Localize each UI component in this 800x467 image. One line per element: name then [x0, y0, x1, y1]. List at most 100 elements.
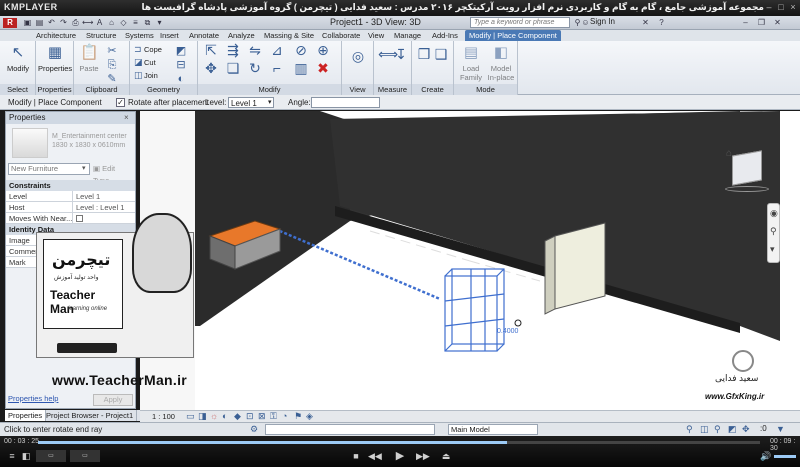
player-prev-icon[interactable]: ◀◀ — [368, 450, 382, 462]
tab-project-browser[interactable]: Project Browser - Project1 — [43, 410, 138, 421]
save-icon[interactable]: ▤ — [34, 18, 45, 28]
search-input[interactable]: Type a keyword or phrase — [470, 17, 570, 28]
filter-dropdown-icon[interactable]: ▾ — [82, 164, 86, 172]
apply-button[interactable]: Apply — [93, 394, 133, 406]
prop-row-moves-with[interactable]: Moves With Near... — [6, 213, 135, 224]
worksets-icon[interactable]: ⚙ — [250, 424, 258, 435]
tab-add-ins[interactable]: Add-Ins — [432, 30, 458, 41]
app-restore-icon[interactable]: ❐ — [756, 18, 767, 28]
open-icon[interactable]: ▣ — [22, 18, 33, 28]
rotate-icon[interactable]: ↻ — [248, 61, 262, 75]
player-next-icon[interactable]: ▶▶ — [416, 450, 430, 462]
measure-icon[interactable]: ⟺ — [378, 47, 398, 61]
load-family-button[interactable]: ▤ Load Family — [456, 44, 486, 82]
player-badge-hd[interactable]: ▭ — [36, 450, 66, 462]
create-group-icon[interactable]: ❑ — [434, 47, 448, 61]
steering-wheel-icon[interactable]: ◉ — [770, 208, 778, 219]
help-icon[interactable]: ? — [656, 18, 667, 28]
move-icon[interactable]: ✥ — [204, 61, 218, 75]
show-crop-icon[interactable]: ⊠ — [258, 411, 266, 422]
tab-massing-site[interactable]: Massing & Site — [264, 30, 314, 41]
properties-close-icon[interactable]: × — [124, 113, 129, 122]
trim-extend-icon[interactable]: ⌐ — [270, 61, 284, 75]
prop-value[interactable]: Level 1 — [72, 191, 135, 202]
tab-insert[interactable]: Insert — [160, 30, 179, 41]
delete-icon[interactable]: ✖ — [316, 61, 330, 75]
design-options-select[interactable]: Main Model — [448, 424, 538, 435]
shadows-icon[interactable]: ◐ — [222, 411, 227, 421]
tab-manage[interactable]: Manage — [394, 30, 421, 41]
split-face-icon[interactable]: ◩ — [174, 44, 188, 58]
app-minimize-icon[interactable]: – — [740, 18, 751, 28]
level-dropdown-icon[interactable]: ▾ — [268, 97, 272, 108]
select-underlay-icon[interactable]: ◫ — [700, 424, 709, 435]
hide-in-view-icon[interactable]: ◎ — [351, 49, 365, 63]
viewcube[interactable] — [732, 150, 762, 186]
tab-collaborate[interactable]: Collaborate — [322, 30, 360, 41]
mirror-pick-axis-icon[interactable]: ⇋ — [248, 43, 262, 57]
player-badge-audio[interactable]: ▭ — [70, 450, 100, 462]
detail-level-icon[interactable]: ▭ — [186, 411, 195, 422]
mirror-draw-axis-icon[interactable]: ⊿ — [270, 43, 284, 57]
render-icon[interactable]: ◆ — [234, 411, 241, 422]
measure-qat-icon[interactable]: ⟷ — [82, 18, 93, 28]
player-volume-slider[interactable] — [774, 455, 796, 458]
app-close-icon[interactable]: ✕ — [772, 18, 783, 28]
tab-properties-palette[interactable]: Properties — [5, 410, 47, 421]
tab-modify-place-component[interactable]: Modify | Place Component — [465, 30, 561, 41]
angle-input[interactable] — [311, 97, 380, 108]
lock-view-icon[interactable]: ⚿ — [270, 411, 277, 422]
close-hidden-icon[interactable]: ⧉ — [142, 18, 153, 28]
wall-joins-icon[interactable]: ⊟ — [174, 58, 188, 72]
modify-button[interactable]: ↖ Modify — [2, 44, 34, 73]
prop-value[interactable] — [72, 213, 135, 224]
3d-view-canvas[interactable]: 0.4000 ⌂ ◉ ⚲ ▾ — [140, 111, 800, 410]
player-play-icon[interactable]: ▶ — [394, 450, 406, 462]
select-links-icon[interactable]: ⚲ — [686, 424, 693, 435]
sun-path-icon[interactable]: ☼ — [210, 411, 218, 421]
player-menu-icon[interactable]: ≡ — [6, 450, 18, 462]
instance-filter-select[interactable]: New Furniture — [8, 163, 90, 175]
player-logo[interactable]: KMPLAYER — [4, 2, 58, 12]
section-constraints[interactable]: Constraints — [6, 180, 135, 191]
close-icon[interactable]: × — [788, 2, 798, 12]
copy-element-icon[interactable]: ❏ — [226, 61, 240, 75]
switch-windows-icon[interactable]: ▾ — [154, 18, 165, 28]
model-inplace-button[interactable]: ◧ Model In-place — [486, 44, 516, 82]
player-stop-icon[interactable]: ■ — [350, 450, 362, 462]
tab-view[interactable]: View — [368, 30, 384, 41]
moves-with-checkbox[interactable] — [76, 215, 83, 222]
player-3d-icon[interactable]: ◧ — [20, 450, 32, 462]
nav-options-icon[interactable]: ▾ — [770, 244, 775, 255]
rotate-after-placement-checkbox[interactable]: ✓ — [116, 98, 125, 107]
section-qat-icon[interactable]: ◇ — [118, 18, 129, 28]
prop-row-host[interactable]: Host Level : Level 1 — [6, 202, 135, 213]
print-icon[interactable]: ⎙ — [70, 18, 81, 28]
viewcube-compass[interactable] — [725, 186, 769, 192]
properties-help-link[interactable]: Properties help — [8, 394, 58, 403]
minimize-icon[interactable]: – — [764, 2, 774, 12]
thin-lines-icon[interactable]: ≡ — [130, 18, 141, 28]
sign-in-link[interactable]: Sign In — [590, 17, 615, 26]
reveal-hidden-icon[interactable]: ⚑ — [294, 411, 302, 422]
tab-annotate[interactable]: Annotate — [189, 30, 219, 41]
create-parts-icon[interactable]: ❒ — [417, 47, 431, 61]
split-element-icon[interactable]: ⊘ — [294, 43, 308, 57]
copy-icon[interactable]: ⎘ — [105, 58, 119, 72]
active-workset-box[interactable] — [265, 424, 435, 435]
panel-label-select[interactable]: Select — [0, 84, 35, 95]
cut-geometry-button[interactable]: ◪Cut — [134, 57, 156, 68]
tab-architecture[interactable]: Architecture — [36, 30, 76, 41]
visual-style-icon[interactable]: ◨ — [198, 411, 207, 422]
type-selector[interactable]: M_Entertainment center 1830 x 1830 x 061… — [52, 132, 132, 150]
join-button[interactable]: ◫Join — [134, 70, 158, 81]
prop-row-level[interactable]: Level Level 1 — [6, 191, 135, 202]
tab-structure[interactable]: Structure — [86, 30, 116, 41]
player-volume-icon[interactable]: 🔊 — [760, 450, 772, 462]
redo-icon[interactable]: ↷ — [58, 18, 69, 28]
drag-elements-icon[interactable]: ✥ — [742, 424, 750, 435]
analytical-model-icon[interactable]: ◈ — [306, 411, 313, 422]
text-qat-icon[interactable]: A — [94, 18, 105, 28]
edit-type-button[interactable]: ▣ Edit Type — [93, 163, 133, 185]
view-scale[interactable]: 1 : 100 — [152, 412, 175, 421]
